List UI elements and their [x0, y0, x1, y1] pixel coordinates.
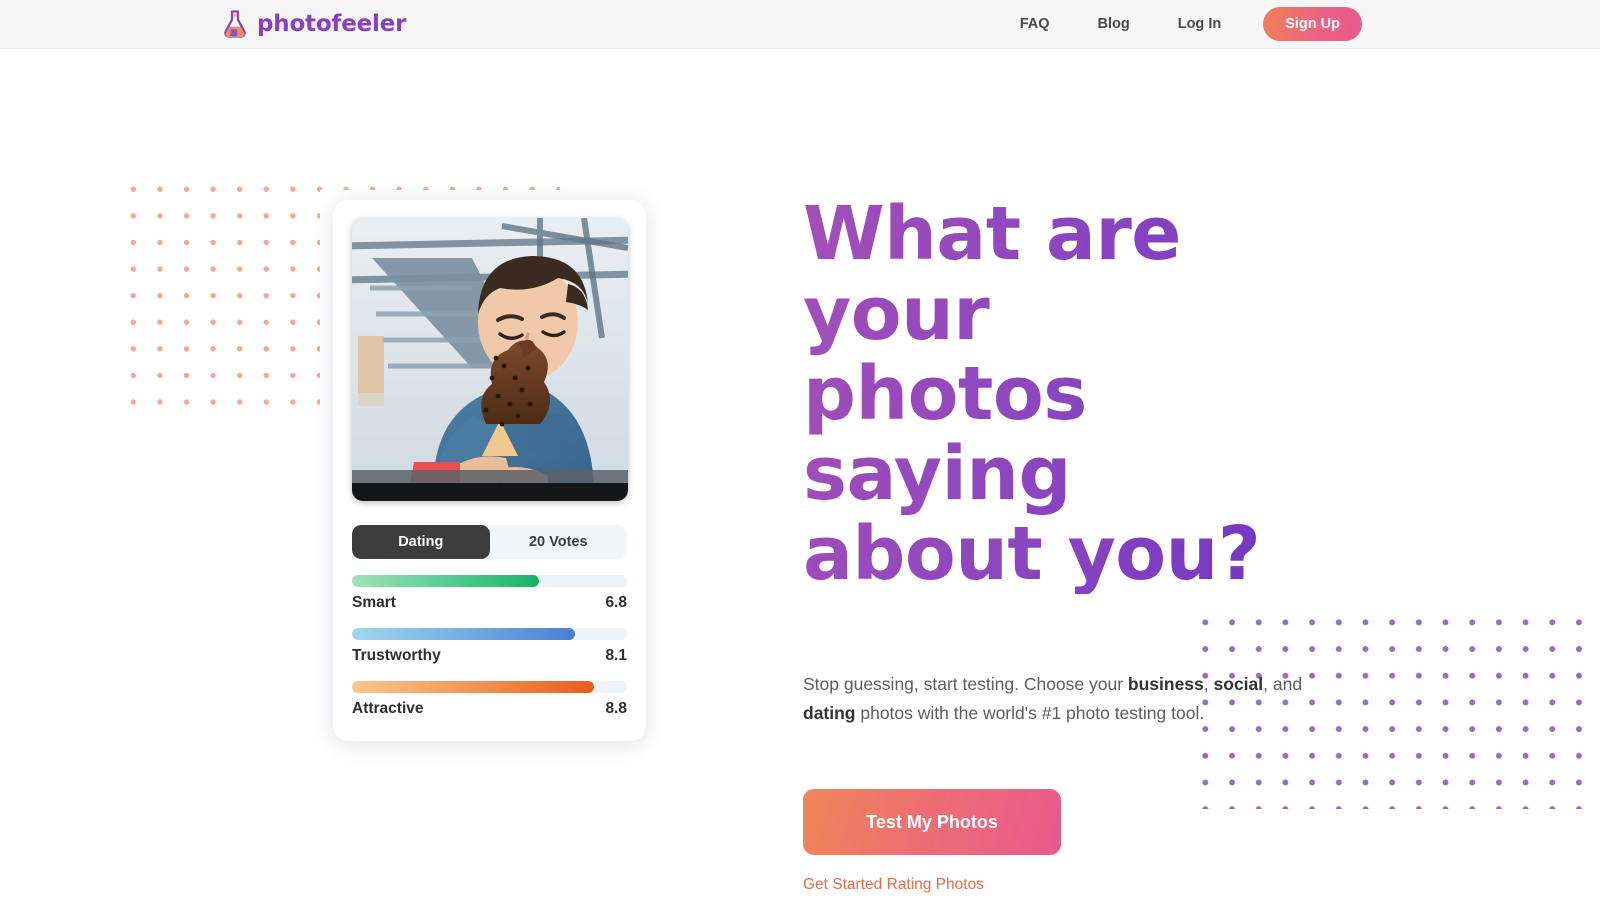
page-title: What are your photos saying about you?: [803, 194, 1363, 594]
subtitle-part-1: Stop guessing, start testing. Choose you…: [803, 674, 1128, 694]
metric-trustworthy-row: Trustworthy 8.1: [352, 647, 627, 665]
nav-item-faq[interactable]: FAQ: [996, 10, 1074, 38]
photo-score-card: Dating 20 Votes Smart 6.8 Trustworthy 8.…: [333, 200, 646, 741]
flask-icon: [222, 9, 248, 39]
pink-dot-pattern-top-row: [120, 176, 560, 190]
hero-copy: What are your photos saying about you? S…: [803, 194, 1363, 894]
card-tab-row: Dating 20 Votes: [352, 525, 627, 559]
hero-section: Dating 20 Votes Smart 6.8 Trustworthy 8.…: [0, 49, 1600, 900]
metric-smart-track: [352, 575, 627, 587]
metric-attractive: Attractive 8.8: [352, 681, 627, 718]
subtitle-part-3: , and: [1263, 674, 1303, 694]
metric-smart-label: Smart: [352, 594, 396, 611]
metric-trustworthy-label: Trustworthy: [352, 647, 441, 664]
metric-trustworthy-fill: [352, 628, 575, 640]
subtitle-bold-dating: dating: [803, 703, 856, 723]
subtitle-part-2: ,: [1203, 674, 1214, 694]
logo-link[interactable]: photofeeler: [222, 9, 406, 39]
pink-dot-pattern: [120, 176, 320, 408]
tab-dating[interactable]: Dating: [352, 525, 490, 559]
metric-trustworthy: Trustworthy 8.1: [352, 628, 627, 665]
subtitle-bold-business: business: [1127, 674, 1204, 694]
metric-attractive-track: [352, 681, 627, 693]
logo-text: photofeeler: [257, 11, 407, 37]
metric-attractive-value: 8.8: [605, 700, 627, 717]
sample-photo: [352, 218, 628, 501]
test-my-photos-button[interactable]: Test My Photos: [803, 789, 1061, 855]
metric-smart-value: 6.8: [605, 594, 627, 611]
hero-subtitle: Stop guessing, start testing. Choose you…: [803, 670, 1313, 728]
sign-up-button[interactable]: Sign Up: [1263, 7, 1362, 41]
subtitle-bold-social: social: [1213, 674, 1264, 694]
nav-item-blog[interactable]: Blog: [1074, 10, 1154, 38]
nav-item-login[interactable]: Log In: [1154, 10, 1246, 38]
site-header: photofeeler FAQ Blog Log In Sign Up: [0, 0, 1600, 49]
metric-smart-fill: [352, 575, 539, 587]
metric-attractive-row: Attractive 8.8: [352, 700, 627, 718]
subtitle-part-4: photos with the world's #1 photo testing…: [855, 703, 1205, 723]
metric-smart-row: Smart 6.8: [352, 594, 627, 612]
main-nav: FAQ Blog Log In Sign Up: [996, 7, 1362, 41]
tab-votes-count[interactable]: 20 Votes: [490, 525, 628, 559]
how-it-works-heading: How it works: [222, 892, 627, 900]
metric-trustworthy-track: [352, 628, 627, 640]
get-started-rating-link[interactable]: Get Started Rating Photos: [803, 876, 984, 894]
metric-trustworthy-value: 8.1: [605, 647, 627, 664]
metric-attractive-label: Attractive: [352, 700, 424, 717]
metric-smart: Smart 6.8: [352, 575, 627, 612]
metric-attractive-fill: [352, 681, 594, 693]
